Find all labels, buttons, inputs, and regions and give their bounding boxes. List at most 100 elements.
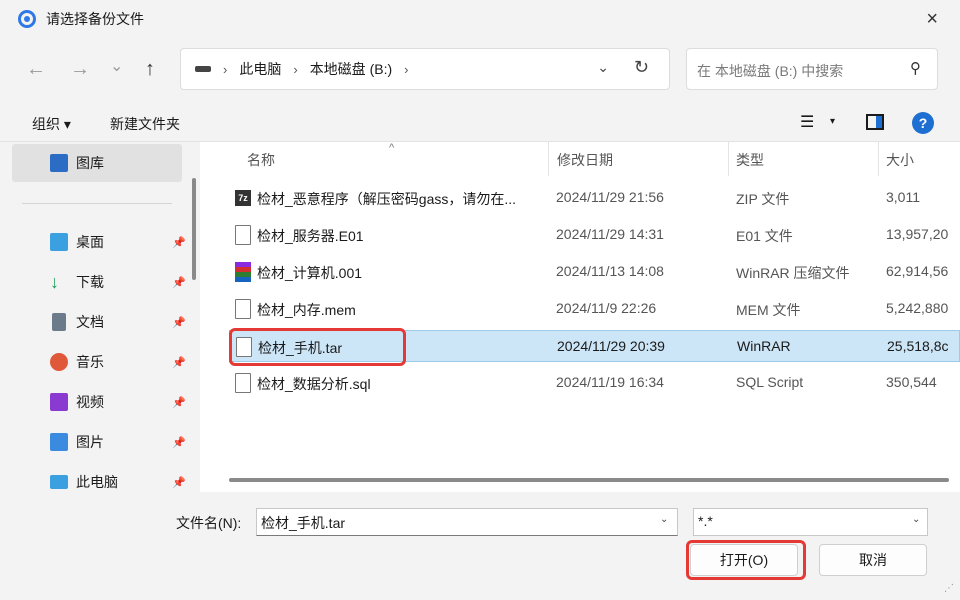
file-row[interactable]: 检材_数据分析.sql 2024/11/19 16:34 SQL Script … — [229, 367, 960, 399]
sidebar-item-documents[interactable]: 文档 📌 — [50, 308, 186, 336]
sidebar-item-desktop[interactable]: 桌面 📌 — [50, 228, 186, 256]
pin-icon[interactable]: 📌 — [172, 436, 186, 449]
file-list: ^ 名称 修改日期 类型 大小 7z 检材_恶意程序（解压密码gass，请勿在.… — [205, 142, 960, 492]
file-row[interactable]: 检材_服务器.E01 2024/11/29 14:31 E01 文件 13,95… — [229, 219, 960, 251]
pin-icon[interactable]: 📌 — [172, 236, 186, 249]
column-header-date[interactable]: 修改日期 — [557, 150, 613, 170]
gallery-icon — [50, 154, 68, 172]
sidebar: 图库 桌面 📌 ↓ 下载 📌 文档 📌 音乐 📌 视频 📌 图片 📌 此电脑 📌 — [0, 142, 200, 492]
file-date: 2024/11/9 22:26 — [556, 300, 657, 316]
horizontal-scrollbar[interactable] — [229, 478, 949, 482]
sidebar-item-music[interactable]: 音乐 📌 — [50, 348, 186, 376]
search-placeholder: 在 本地磁盘 (B:) 中搜索 — [697, 63, 844, 79]
breadcrumb-this-pc[interactable]: 此电脑 — [239, 59, 281, 79]
filename-label: 文件名(N): — [176, 515, 242, 531]
column-divider[interactable] — [728, 142, 729, 176]
address-bar[interactable]: › 此电脑 › 本地磁盘 (B:) › ⌄ ↻ — [180, 48, 670, 90]
search-input[interactable]: 在 本地磁盘 (B:) 中搜索 ⚲ — [686, 48, 938, 90]
help-icon[interactable]: ? — [912, 112, 934, 134]
file-size: 62,914,56 — [886, 263, 949, 279]
recent-locations-icon[interactable]: ⌄ — [110, 56, 123, 76]
file-row[interactable]: 检材_计算机.001 2024/11/13 14:08 WinRAR 压缩文件 … — [229, 256, 960, 288]
chevron-right-icon[interactable]: › — [404, 62, 408, 77]
file-type: WinRAR 压缩文件 — [736, 265, 850, 281]
pin-icon[interactable]: 📌 — [172, 356, 186, 369]
column-divider[interactable] — [878, 142, 879, 176]
pin-icon[interactable]: 📌 — [172, 276, 186, 289]
sidebar-item-label: 此电脑 — [76, 474, 118, 490]
sidebar-item-label: 桌面 — [76, 234, 104, 250]
refresh-icon[interactable]: ↻ — [634, 57, 649, 78]
back-arrow-icon[interactable]: ← — [26, 58, 46, 81]
sidebar-item-videos[interactable]: 视频 📌 — [50, 388, 186, 416]
file-type: MEM 文件 — [736, 302, 801, 318]
chevron-down-icon[interactable]: ⌄ — [660, 514, 668, 525]
preview-pane-icon[interactable] — [866, 114, 884, 130]
file-date: 2024/11/29 21:56 — [556, 189, 664, 205]
chevron-down-icon[interactable]: ⌄ — [597, 59, 609, 76]
file-date: 2024/11/13 14:08 — [556, 263, 664, 279]
file-row[interactable]: 7z 检材_恶意程序（解压密码gass，请勿在... 2024/11/29 21… — [229, 182, 960, 214]
window-title: 请选择备份文件 — [46, 11, 144, 27]
file-size: 13,957,20 — [886, 226, 949, 242]
sidebar-item-label: 下载 — [76, 274, 104, 290]
sidebar-item-label: 音乐 — [76, 354, 104, 370]
sidebar-item-pictures[interactable]: 图片 📌 — [50, 428, 186, 456]
cancel-button[interactable]: 取消 — [819, 544, 927, 576]
sort-ascending-icon: ^ — [389, 142, 395, 154]
file-size: 3,011 — [886, 189, 920, 205]
file-date: 2024/11/29 20:39 — [557, 338, 665, 354]
file-name: 检材_数据分析.sql — [257, 376, 371, 392]
forward-arrow-icon[interactable]: → — [70, 58, 90, 81]
pictures-icon — [50, 433, 68, 451]
file-icon — [235, 225, 251, 245]
app-icon — [18, 10, 36, 28]
sidebar-item-downloads[interactable]: ↓ 下载 📌 — [50, 268, 186, 296]
video-icon — [50, 393, 68, 411]
documents-icon — [52, 313, 66, 331]
file-date: 2024/11/29 14:31 — [556, 226, 664, 242]
file-name: 检材_服务器.E01 — [257, 228, 364, 244]
sidebar-item-label: 文档 — [76, 314, 104, 330]
resize-grip-icon[interactable]: ⋰ — [944, 583, 954, 594]
column-header-size[interactable]: 大小 — [886, 150, 914, 170]
chevron-down-icon[interactable]: ⌄ — [912, 514, 920, 525]
organize-button[interactable]: 组织 ▾ — [32, 114, 71, 134]
file-name: 检材_恶意程序（解压密码gass，请勿在... — [257, 191, 517, 207]
column-header-name[interactable]: 名称 — [247, 150, 275, 170]
sidebar-item-gallery[interactable]: 图库 — [50, 149, 186, 177]
file-size: 5,242,880 — [886, 300, 949, 316]
this-pc-icon — [50, 475, 68, 489]
file-icon — [235, 373, 251, 393]
file-date: 2024/11/19 16:34 — [556, 374, 664, 390]
chevron-right-icon: › — [223, 61, 228, 77]
pin-icon[interactable]: 📌 — [172, 316, 186, 329]
file-icon — [235, 299, 251, 319]
sidebar-scrollbar[interactable] — [192, 178, 196, 280]
chevron-down-icon[interactable]: ▾ — [830, 116, 835, 127]
sidebar-item-label: 图库 — [76, 155, 104, 171]
annotation-box-open-button — [686, 540, 806, 580]
breadcrumb-local-disk[interactable]: 本地磁盘 (B:) — [310, 59, 392, 79]
search-icon[interactable]: ⚲ — [910, 59, 921, 77]
file-name: 检材_内存.mem — [257, 302, 356, 318]
zip-archive-icon: 7z — [235, 190, 251, 206]
pin-icon[interactable]: 📌 — [172, 396, 186, 409]
file-type: ZIP 文件 — [736, 191, 790, 207]
file-size: 25,518,8c — [887, 338, 949, 354]
pin-icon[interactable]: 📌 — [172, 476, 186, 489]
new-folder-button[interactable]: 新建文件夹 — [110, 114, 180, 134]
file-row[interactable]: 检材_内存.mem 2024/11/9 22:26 MEM 文件 5,242,8… — [229, 293, 960, 325]
close-icon[interactable]: × — [926, 8, 938, 31]
view-list-icon[interactable]: ☰ — [800, 112, 814, 132]
drive-icon — [195, 66, 211, 72]
download-icon: ↓ — [50, 272, 59, 292]
sidebar-item-label: 视频 — [76, 394, 104, 410]
annotation-box-selected-file — [229, 328, 406, 366]
filename-input[interactable]: 检材_手机.tar — [256, 508, 678, 536]
up-arrow-icon[interactable]: ↑ — [145, 58, 155, 81]
column-divider[interactable] — [548, 142, 549, 176]
title-bar: 请选择备份文件 × — [0, 0, 960, 38]
column-header-type[interactable]: 类型 — [736, 150, 764, 170]
filetype-select[interactable]: *.* — [693, 508, 928, 536]
